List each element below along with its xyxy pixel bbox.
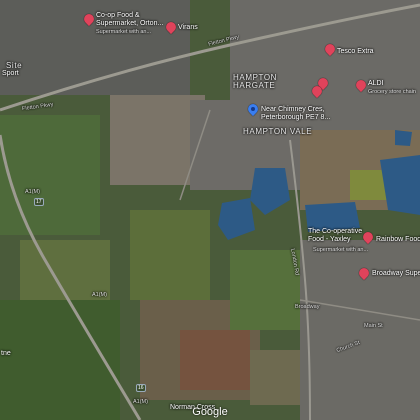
shopping-bag-icon: [81, 11, 97, 27]
place-sublabel-aldi: Grocery store chain: [368, 89, 416, 95]
place-pin-aldi[interactable]: [353, 77, 369, 93]
place-label-virans[interactable]: Virans: [178, 24, 198, 32]
place-label-broadway-super[interactable]: Broadway Supe: [372, 270, 420, 278]
shopping-bag-icon: [356, 265, 372, 281]
road-label-a1m-2: A1(M): [92, 292, 107, 298]
area-label-hampton-hargate: HAMPTON HARGATE: [233, 73, 278, 90]
shopping-bag-icon: [322, 41, 338, 57]
map-imagery: [0, 0, 420, 420]
place-pin-unnamed-2[interactable]: [309, 83, 325, 99]
road-label-main-st: Main St: [364, 323, 383, 329]
place-pin-coop-orton[interactable]: [81, 11, 97, 27]
shopping-bag-icon: [353, 77, 369, 93]
location-pin-icon[interactable]: [245, 101, 261, 117]
area-label-left: tne: [1, 350, 11, 357]
junction-shield-17: 17: [34, 198, 44, 206]
road-label-broadway: Broadway: [295, 304, 320, 310]
junction-shield-16: 16: [136, 384, 146, 392]
satellite-map[interactable]: HAMPTON HARGATE HAMPTON VALE Site tne No…: [0, 0, 420, 420]
place-label-tesco[interactable]: Tesco Extra: [337, 48, 374, 56]
area-label-hampton-vale: HAMPTON VALE: [243, 127, 313, 136]
shopping-bag-icon: [360, 229, 376, 245]
selected-location-label[interactable]: Near Chimney Cres, Peterborough PE7 8...: [261, 106, 330, 122]
shopping-bag-icon: [163, 19, 179, 35]
road-label-a1m-3: A1(M): [133, 399, 148, 405]
area-label-site: Site: [6, 61, 23, 70]
place-label-aldi[interactable]: ALDI: [368, 80, 384, 88]
shopping-bag-icon: [309, 83, 325, 99]
place-pin-tesco[interactable]: [322, 41, 338, 57]
place-label-sport[interactable]: Sport: [2, 70, 19, 78]
place-label-coop-orton[interactable]: Co-op Food & Supermarket, Orton...: [96, 12, 163, 28]
place-label-coop-yaxley[interactable]: The Co-operative Food - Yaxley: [308, 228, 362, 244]
place-label-rainbow[interactable]: Rainbow Food: [376, 236, 420, 244]
place-sublabel-coop-orton: Supermarket with an...: [96, 29, 152, 35]
road-label-a1m-1: A1(M): [25, 189, 40, 195]
place-pin-broadway-super[interactable]: [356, 265, 372, 281]
google-logo: Google: [192, 406, 228, 418]
place-pin-coop-yaxley[interactable]: [360, 229, 376, 245]
place-pin-virans[interactable]: [163, 19, 179, 35]
place-sublabel-coop-yaxley: Supermarket with an...: [313, 247, 369, 253]
